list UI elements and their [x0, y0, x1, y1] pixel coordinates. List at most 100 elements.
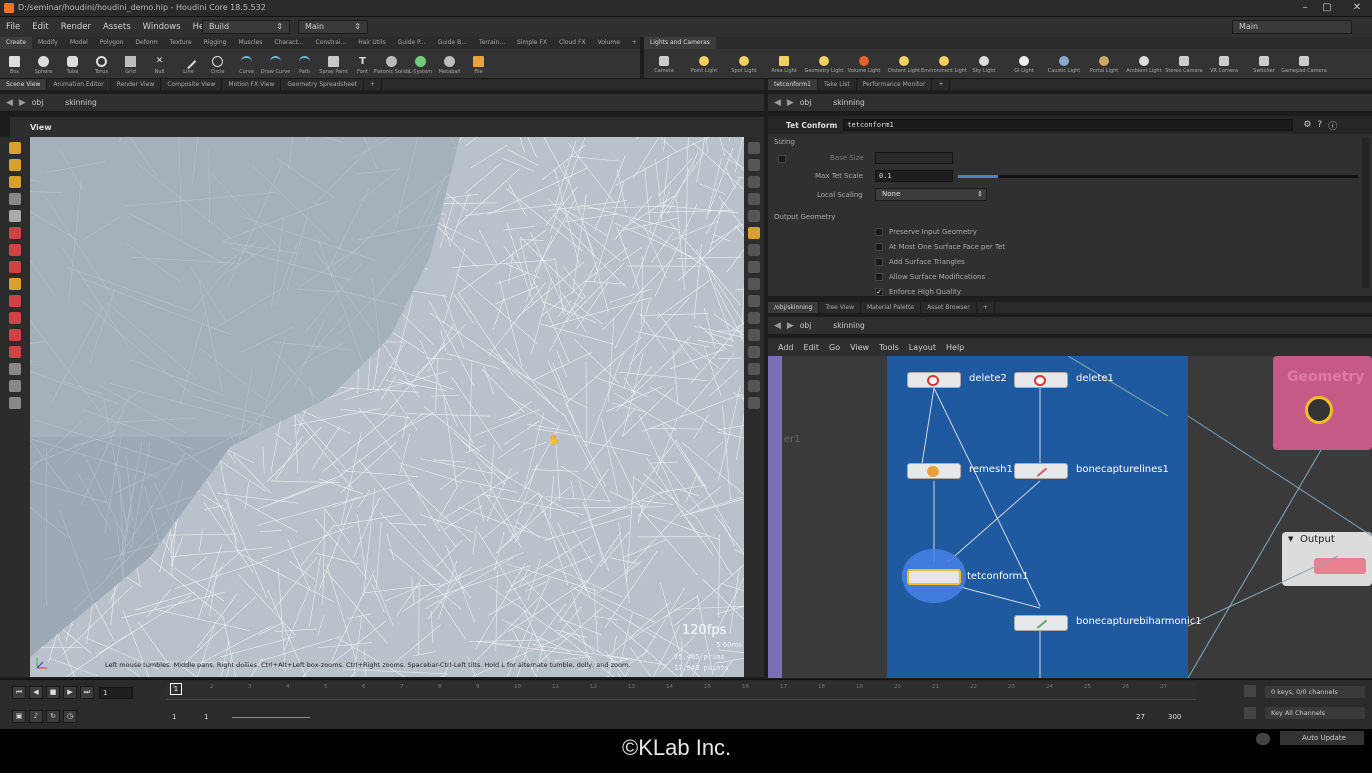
tab-tree-view[interactable]: Tree View [819, 302, 861, 313]
tool-point-light[interactable]: Point Light [684, 53, 724, 74]
tool-tube[interactable]: Tube [58, 53, 87, 75]
shelf-tab-cloud-fx[interactable]: Cloud FX [553, 37, 592, 49]
menu-file[interactable]: File [0, 17, 26, 37]
tab-animation-editor[interactable]: Animation Editor [47, 79, 111, 90]
param-scrollbar[interactable] [1362, 138, 1370, 288]
checkbox-checked[interactable]: ✓ [875, 287, 883, 296]
tab-motion-fx-view[interactable]: Motion FX View [222, 79, 282, 90]
tool-sphere[interactable]: Sphere [29, 53, 58, 75]
tool-grid[interactable]: Grid [116, 53, 145, 75]
checkbox-row[interactable]: Allow Surface Modifications [875, 273, 985, 281]
snap-icon[interactable] [9, 244, 21, 256]
tool-l-system[interactable]: L-System [406, 53, 435, 75]
tab-performance-monitor[interactable]: Performance Monitor [857, 79, 933, 90]
net-menu-go[interactable]: Go [829, 343, 840, 352]
tool-ambient-light[interactable]: Ambient Light [1124, 53, 1164, 74]
normals-icon[interactable] [748, 261, 760, 273]
checkbox[interactable] [875, 228, 883, 236]
magnet-snap-icon[interactable] [9, 346, 21, 358]
pose-tool-icon[interactable] [9, 278, 21, 290]
menu-assets[interactable]: Assets [97, 17, 137, 37]
add-shelf-icon[interactable]: + [626, 37, 643, 49]
menu-render[interactable]: Render [55, 17, 97, 37]
shelf-tab-character[interactable]: Charact... [268, 37, 309, 49]
close-icon[interactable]: ✕ [1350, 2, 1364, 14]
lock-camera-icon[interactable] [748, 159, 760, 171]
local-scaling-dropdown[interactable]: None ⇕ [875, 188, 987, 201]
tool-gi-light[interactable]: GI Light [1004, 53, 1044, 74]
rotate-tool-icon[interactable] [9, 295, 21, 307]
tool-vr-camera[interactable]: VR Camera [1204, 53, 1244, 74]
wireframe-icon[interactable] [748, 210, 760, 222]
minimize-icon[interactable]: – [1298, 2, 1312, 14]
tool-camera[interactable]: Camera [644, 53, 684, 74]
node-remesh1[interactable]: remesh1 [907, 463, 1013, 479]
network-editor[interactable]: er1 Geometry Output ▼ delete2 delete1 re… [768, 356, 1372, 678]
net-menu-tools[interactable]: Tools [879, 343, 899, 352]
checkbox[interactable] [875, 243, 883, 251]
tool-sky-light[interactable]: Sky Light [964, 53, 1004, 74]
tool-file[interactable]: File [464, 53, 493, 75]
tool-torus[interactable]: Torus [87, 53, 116, 75]
info-icon[interactable] [748, 397, 760, 409]
shading-icon[interactable] [748, 193, 760, 205]
shelf-tab-create[interactable]: Create [0, 37, 32, 49]
shelf-tab-guide-brushes[interactable]: Guide B... [432, 37, 473, 49]
tab-material-palette[interactable]: Material Palette [861, 302, 922, 313]
tab-parameters[interactable]: tetconform1 [768, 79, 818, 90]
checkbox-row[interactable]: Add Surface Triangles [875, 258, 965, 266]
shelf-tab-lights-cameras[interactable]: Lights and Cameras [644, 37, 716, 49]
ghost-display-icon[interactable] [748, 380, 760, 392]
tab-asset-browser[interactable]: Asset Browser [921, 302, 977, 313]
checkbox-row[interactable]: At Most One Surface Face per Tet [875, 243, 1005, 251]
node-delete1[interactable]: delete1 [1014, 372, 1114, 388]
snap-grid-icon[interactable] [9, 261, 21, 273]
node-bonecapturelines1[interactable]: bonecapturelines1 [1014, 463, 1169, 479]
forward-arrow-icon[interactable]: ▶ [787, 321, 794, 331]
tool-area-light[interactable]: Area Light [764, 53, 804, 74]
tool-volume-light[interactable]: Volume Light [844, 53, 884, 74]
tool-platonic-solids[interactable]: Platonic Solids [373, 53, 410, 75]
tool-line[interactable]: Line [174, 53, 203, 75]
tool-box[interactable]: Box [0, 53, 29, 75]
frame-ruler[interactable]: 1 2 3 4 5 6 7 8 9 10 11 12 13 14 15 16 17 18 19 20 21 22 23 24 2… [166, 682, 1196, 700]
auto-update-button[interactable]: Auto Update [1280, 731, 1364, 745]
end-frame-b[interactable]: 300 [1168, 713, 1181, 721]
uv-icon[interactable] [748, 329, 760, 341]
clock-icon[interactable]: ◷ [63, 710, 77, 723]
tool-distant-light[interactable]: Distant Light [884, 53, 924, 74]
shelf-tab-terrain[interactable]: Terrain... [473, 37, 511, 49]
node-bonecapturebiharmonic1[interactable]: bonecapturebiharmonic1 [1014, 615, 1202, 631]
loop-icon[interactable]: ↻ [46, 710, 60, 723]
tool-portal-light[interactable]: Portal Light [1084, 53, 1124, 74]
scene-viewport[interactable]: 120fps 5.60ms 75,485 prims 17,943 points… [30, 137, 744, 677]
node-delete2[interactable]: delete2 [907, 372, 1007, 388]
maximize-icon[interactable]: ▢ [1320, 2, 1334, 14]
node-body[interactable] [1014, 615, 1068, 631]
light-icon[interactable] [748, 176, 760, 188]
desk-dropdown[interactable]: Main ⇕ [298, 20, 368, 34]
node-name-field[interactable]: tetconform1 [843, 119, 1294, 131]
net-menu-help[interactable]: Help [946, 343, 964, 352]
back-arrow-icon[interactable]: ◀ [6, 98, 13, 108]
playhead[interactable]: 1 [170, 683, 182, 695]
play-reverse-icon[interactable]: ◀ [29, 686, 43, 699]
tool-gamepad-camera[interactable]: Gamepad Camera [1281, 53, 1327, 74]
render-tool-icon[interactable] [9, 380, 21, 392]
forward-arrow-icon[interactable]: ▶ [787, 98, 794, 108]
base-size-field[interactable] [875, 152, 953, 164]
shelf-tab-hair-utils[interactable]: Hair Utils [352, 37, 391, 49]
range-slider[interactable] [232, 717, 310, 718]
pointer-icon[interactable] [9, 193, 21, 205]
magnet-icon[interactable] [9, 227, 21, 239]
net-menu-add[interactable]: Add [778, 343, 794, 352]
orbit-tool-icon[interactable] [9, 329, 21, 341]
end-frame-a[interactable]: 27 [1136, 713, 1145, 721]
jump-end-icon[interactable]: ⏭ [80, 686, 94, 699]
bulb-icon[interactable] [748, 227, 760, 239]
stop-icon[interactable]: ■ [46, 686, 60, 699]
tab-composite-view[interactable]: Composite View [161, 79, 223, 90]
node-body[interactable] [1014, 463, 1068, 479]
shelf-tab-constraints[interactable]: Constrai... [310, 37, 353, 49]
shelf-tab-volume[interactable]: Volume [592, 37, 626, 49]
